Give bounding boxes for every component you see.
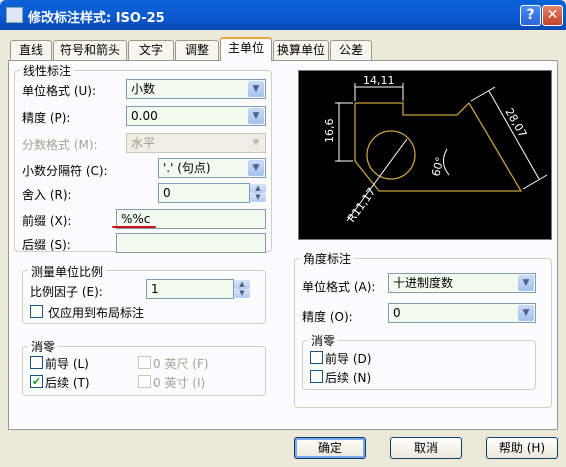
tab-text[interactable]: 文字	[128, 40, 174, 60]
chevron-down-icon: ▼	[248, 135, 264, 151]
ok-button[interactable]: 确定	[294, 437, 366, 459]
precision-label: 精度 (P):	[22, 111, 71, 125]
angular-leading-checkbox[interactable]	[310, 351, 323, 364]
dim-top-text: 14,11	[363, 74, 395, 87]
preview-pane: 14,11 16,6 28,07 60° R11,17	[298, 70, 552, 240]
inches-checkbox	[138, 375, 151, 388]
round-off-label: 舍入 (R):	[22, 188, 72, 202]
dim-right-text: 28,07	[502, 106, 529, 140]
leading-label: 前导 (L)	[45, 357, 89, 371]
linear-group-label: 线性标注	[20, 62, 75, 79]
window-title: 修改标注样式: ISO-25	[28, 11, 165, 26]
feet-label: 0 英尺 (F)	[153, 357, 209, 371]
chevron-down-icon[interactable]: ▼	[518, 305, 534, 321]
unit-format-label: 单位格式 (U):	[22, 84, 97, 98]
angular-trailing-checkbox[interactable]	[310, 370, 323, 383]
dim-angle-text: 60°	[429, 156, 447, 178]
angular-trailing-label: 后续 (N)	[325, 371, 372, 385]
tab-primary-units[interactable]: 主单位	[220, 37, 272, 61]
unit-format-value: 小数	[131, 82, 156, 96]
close-button[interactable]: ✕	[542, 5, 563, 26]
decimal-separator-label: 小数分隔符 (C):	[22, 164, 108, 178]
unit-format-select[interactable]: 小数 ▼	[126, 79, 266, 99]
tab-fit[interactable]: 调整	[175, 40, 219, 60]
round-off-up-arrow[interactable]: ▲	[250, 184, 266, 193]
prefix-label: 前缀 (X):	[22, 214, 72, 228]
zero-suppression-label: 消零	[28, 338, 59, 355]
chevron-down-icon[interactable]: ▼	[248, 81, 264, 97]
dim-left-text: 16,6	[323, 119, 336, 144]
angular-unit-format-label: 单位格式 (A):	[302, 280, 376, 294]
angular-zero-label: 消零	[308, 332, 339, 349]
tab-alternate-units[interactable]: 换算单位	[273, 40, 329, 60]
preview-drawing: 14,11 16,6 28,07 60° R11,17	[323, 74, 548, 225]
decimal-separator-value: '.' (句点)	[163, 161, 211, 175]
scale-factor-down-arrow[interactable]: ▼	[234, 289, 250, 298]
angular-group-label: 角度标注	[300, 250, 355, 267]
round-off-input[interactable]: 0	[158, 183, 250, 203]
help-button[interactable]: 帮助 (H)	[486, 437, 558, 459]
tab-tolerances[interactable]: 公差	[330, 40, 372, 60]
precision-select[interactable]: 0.00 ▼	[126, 106, 266, 126]
scale-factor-up-arrow[interactable]: ▲	[234, 280, 250, 289]
layout-only-checkbox[interactable]	[30, 305, 43, 318]
angular-precision-label: 精度 (O):	[302, 310, 353, 324]
trailing-checkbox[interactable]: ✔	[30, 375, 43, 388]
scale-factor-input[interactable]: 1	[146, 279, 234, 299]
scale-group-label: 测量单位比例	[28, 263, 107, 280]
precision-value: 0.00	[131, 109, 158, 123]
tab-symbols-arrows[interactable]: 符号和箭头	[53, 40, 127, 60]
decimal-separator-select[interactable]: '.' (句点) ▼	[158, 158, 266, 178]
suffix-input[interactable]	[116, 233, 266, 253]
angular-unit-format-select[interactable]: 十进制度数 ▼	[388, 273, 536, 293]
cancel-button[interactable]: 取消	[390, 437, 462, 459]
fraction-format-value: 水平	[131, 136, 156, 150]
chevron-down-icon[interactable]: ▼	[248, 108, 264, 124]
app-icon	[6, 7, 23, 23]
trailing-label: 后续 (T)	[45, 376, 90, 390]
scale-factor-label: 比例因子 (E):	[30, 285, 103, 299]
round-off-down-arrow[interactable]: ▼	[250, 193, 266, 202]
chevron-down-icon[interactable]: ▼	[248, 160, 264, 176]
angular-leading-label: 前导 (D)	[325, 352, 372, 366]
suffix-label: 后缀 (S):	[22, 238, 71, 252]
inches-label: 0 英寸 (I)	[153, 376, 206, 390]
layout-only-label: 仅应用到布局标注	[48, 306, 145, 320]
fraction-format-select: 水平 ▼	[126, 133, 266, 153]
angular-precision-select[interactable]: 0 ▼	[388, 303, 536, 323]
angular-unit-format-value: 十进制度数	[393, 276, 454, 290]
red-underline-annotation	[112, 226, 156, 228]
fraction-format-label: 分数格式 (M):	[22, 138, 98, 152]
help-title-button[interactable]: ?	[520, 5, 541, 26]
tab-lines[interactable]: 直线	[10, 40, 52, 60]
leading-checkbox[interactable]	[30, 356, 43, 369]
feet-checkbox	[138, 356, 151, 369]
angular-precision-value: 0	[393, 306, 401, 320]
dim-radius-text: R11,17	[345, 185, 379, 224]
chevron-down-icon[interactable]: ▼	[518, 275, 534, 291]
